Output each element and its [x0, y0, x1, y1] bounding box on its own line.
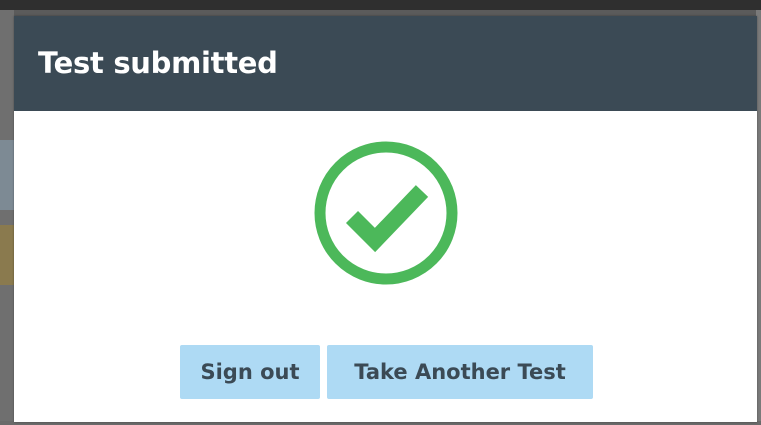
- check-circle-icon: [314, 141, 458, 285]
- dialog-header: Test submitted: [14, 16, 757, 111]
- dialog-title: Test submitted: [38, 45, 278, 80]
- backdrop-stripe: [0, 140, 14, 210]
- backdrop-left: [0, 10, 14, 425]
- test-submitted-dialog: Test submitted Sign out Take Another Tes…: [14, 16, 757, 422]
- take-another-test-button[interactable]: Take Another Test: [327, 345, 593, 399]
- backdrop-top: [0, 0, 761, 10]
- backdrop-stripe: [0, 225, 14, 285]
- sign-out-button[interactable]: Sign out: [180, 345, 320, 399]
- button-row: Sign out Take Another Test: [180, 345, 593, 399]
- dialog-body: Sign out Take Another Test: [14, 111, 757, 422]
